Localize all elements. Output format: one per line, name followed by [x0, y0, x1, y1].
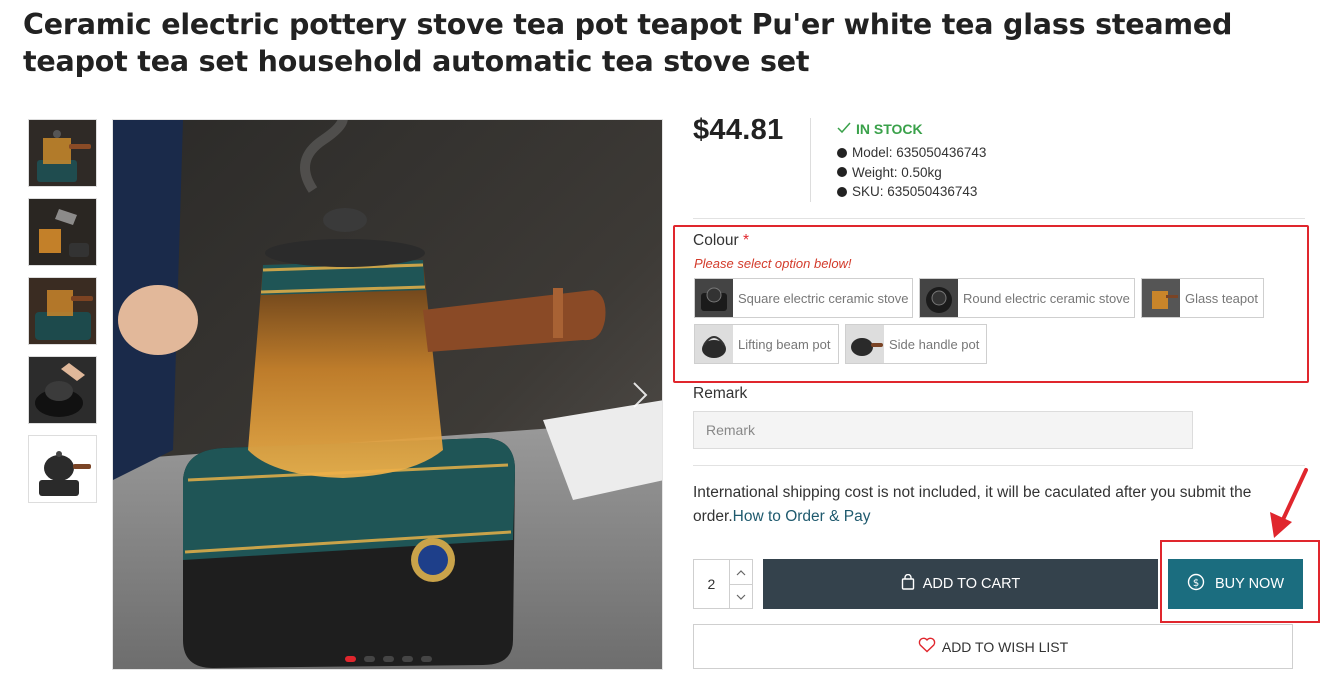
option-image — [846, 325, 884, 363]
meta-sku: SKU: 635050436743 — [837, 182, 986, 202]
heart-icon — [918, 637, 936, 656]
required-mark: * — [742, 232, 750, 249]
buy-now-label: BUY NOW — [1214, 576, 1285, 592]
thumbnail-2[interactable] — [28, 198, 97, 266]
dollar-coin-icon: $ — [1187, 573, 1205, 595]
remark-input[interactable] — [693, 411, 1193, 449]
stock-status: IN STOCK — [837, 121, 923, 137]
quantity-decrease-button[interactable] — [729, 583, 752, 609]
thumbnail-5[interactable] — [28, 435, 97, 503]
slide-dot[interactable] — [364, 656, 375, 662]
option-image — [695, 325, 733, 363]
stock-label: IN STOCK — [856, 121, 923, 137]
colour-option-side-handle-pot[interactable]: Side handle pot — [845, 324, 987, 364]
bullet-icon — [837, 186, 847, 197]
meta-model: Model: 635050436743 — [837, 143, 986, 163]
how-to-order-link[interactable]: How to Order & Pay — [733, 508, 871, 525]
slide-dot[interactable] — [345, 656, 356, 662]
shipping-note: International shipping cost is not inclu… — [693, 484, 1252, 525]
chevron-up-icon — [736, 563, 746, 581]
svg-text:$: $ — [1193, 578, 1199, 589]
colour-option-glass-teapot[interactable]: Glass teapot — [1141, 278, 1264, 318]
colour-hint: Please select option below! — [694, 256, 852, 271]
thumbnail-3[interactable] — [28, 277, 97, 345]
colour-option-lifting-beam-pot[interactable]: Lifting beam pot — [694, 324, 839, 364]
quantity-increase-button[interactable] — [730, 560, 752, 584]
next-slide-arrow[interactable] — [628, 380, 652, 410]
add-to-cart-button[interactable]: ADD TO CART — [763, 559, 1158, 609]
quantity-stepper: 2 — [693, 559, 753, 609]
meta-weight: Weight: 0.50kg — [837, 163, 986, 183]
thumbnail-1[interactable] — [28, 119, 97, 187]
bullet-icon — [837, 147, 847, 158]
colour-option-square-stove[interactable]: Square electric ceramic stove — [694, 278, 913, 318]
divider — [810, 118, 811, 202]
bullet-icon — [837, 167, 847, 178]
product-title: Ceramic electric pottery stove tea pot t… — [23, 8, 1233, 78]
product-meta-list: Model: 635050436743 Weight: 0.50kg SKU: … — [837, 143, 986, 202]
add-to-wish-list-button[interactable]: ADD TO WISH LIST — [693, 624, 1293, 669]
slide-indicator — [345, 656, 432, 662]
check-icon — [837, 121, 851, 137]
quantity-value[interactable]: 2 — [694, 560, 729, 608]
buy-now-button[interactable]: $ BUY NOW — [1168, 559, 1303, 609]
option-image — [920, 279, 958, 317]
product-price: $44.81 — [693, 114, 784, 146]
option-image — [695, 279, 733, 317]
divider — [693, 218, 1305, 219]
remark-label: Remark — [693, 385, 748, 402]
thumbnail-4[interactable] — [28, 356, 97, 424]
shopping-bag-icon — [901, 573, 915, 594]
divider — [693, 465, 1305, 466]
option-image — [1142, 279, 1180, 317]
add-to-cart-label: ADD TO CART — [922, 576, 1021, 592]
colour-label: Colour * — [693, 232, 750, 249]
slide-dot[interactable] — [402, 656, 413, 662]
main-product-image — [112, 119, 663, 670]
colour-option-round-stove[interactable]: Round electric ceramic stove — [919, 278, 1135, 318]
wish-list-label: ADD TO WISH LIST — [941, 638, 1069, 655]
annotation-arrow-icon — [1262, 466, 1322, 551]
chevron-down-icon — [736, 587, 746, 605]
slide-dot[interactable] — [383, 656, 394, 662]
slide-dot[interactable] — [421, 656, 432, 662]
